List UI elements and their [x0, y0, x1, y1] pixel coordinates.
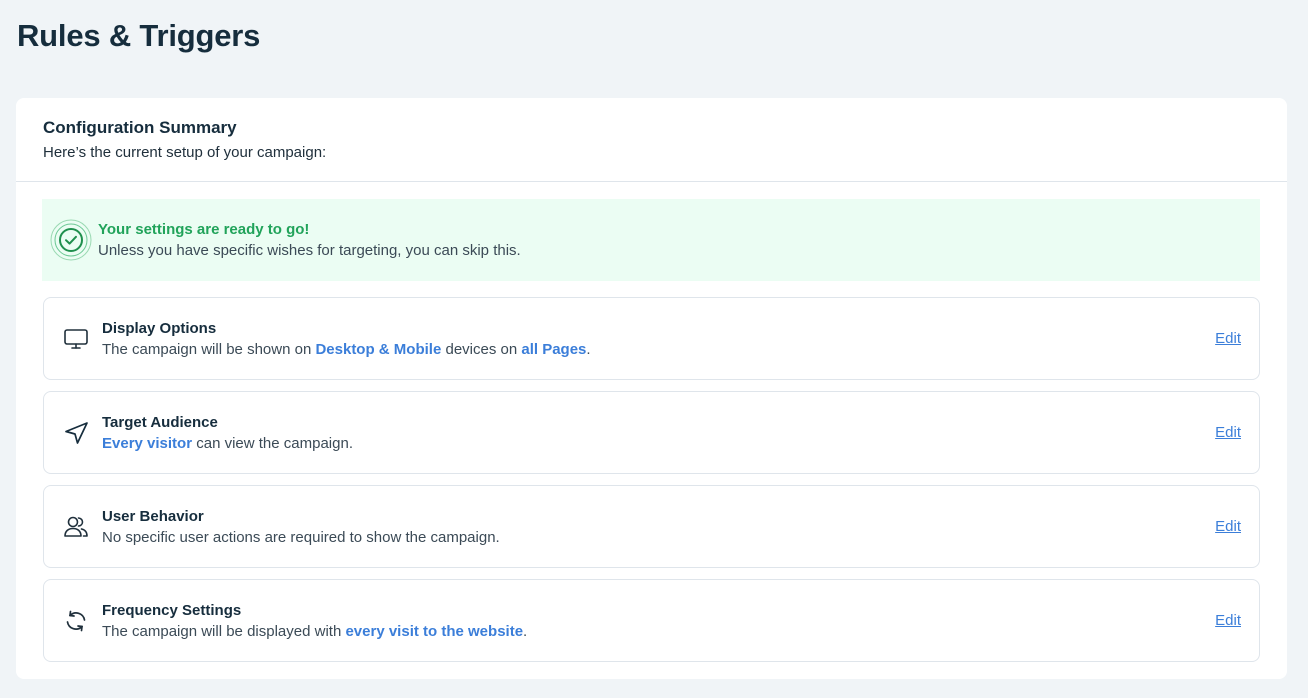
desc-text: The campaign will be shown on — [102, 340, 316, 358]
refresh-icon — [59, 604, 93, 638]
row-description: Every visitor can view the campaign. — [102, 435, 1215, 453]
frequency-settings-body: Frequency Settings The campaign will be … — [102, 601, 1215, 641]
user-behavior-row: User Behavior No specific user actions a… — [43, 485, 1260, 568]
page-title: Rules & Triggers — [17, 18, 261, 53]
desc-text: can view the campaign. — [192, 434, 353, 452]
desc-text: . — [586, 340, 591, 358]
desc-text: The campaign will be displayed with — [102, 622, 346, 640]
desc-highlight-devices: Desktop & Mobile — [315, 340, 442, 358]
edit-target-audience-link[interactable]: Edit — [1215, 424, 1241, 441]
desc-highlight-pages: all Pages — [521, 340, 587, 358]
card-header: Configuration Summary Here’s the current… — [16, 98, 1287, 182]
display-options-body: Display Options The campaign will be sho… — [102, 319, 1215, 359]
ready-notice: Your settings are ready to go! Unless yo… — [42, 199, 1260, 281]
desc-text: No specific user actions are required to… — [102, 528, 500, 546]
desc-text: . — [523, 622, 528, 640]
row-description: No specific user actions are required to… — [102, 529, 1215, 547]
desc-highlight-visitor: Every visitor — [102, 434, 193, 452]
row-title: Target Audience — [102, 413, 218, 431]
target-audience-body: Target Audience Every visitor can view t… — [102, 413, 1215, 453]
edit-display-options-link[interactable]: Edit — [1215, 330, 1241, 347]
edit-frequency-settings-link[interactable]: Edit — [1215, 612, 1241, 629]
target-audience-row: Target Audience Every visitor can view t… — [43, 391, 1260, 474]
frequency-settings-row: Frequency Settings The campaign will be … — [43, 579, 1260, 662]
row-title: Frequency Settings — [102, 601, 242, 619]
edit-user-behavior-link[interactable]: Edit — [1215, 518, 1241, 535]
monitor-icon — [59, 322, 93, 356]
check-circle-icon — [49, 218, 93, 262]
configuration-summary-card: Configuration Summary Here’s the current… — [16, 98, 1287, 679]
row-title: Display Options — [102, 319, 217, 337]
row-title: User Behavior — [102, 507, 204, 525]
users-icon — [59, 510, 93, 544]
card-subtitle: Here’s the current setup of your campaig… — [43, 144, 327, 161]
row-description: The campaign will be displayed with ever… — [102, 623, 1215, 641]
display-options-row: Display Options The campaign will be sho… — [43, 297, 1260, 380]
card-title: Configuration Summary — [43, 118, 237, 137]
notice-body: Your settings are ready to go! Unless yo… — [98, 220, 521, 260]
user-behavior-body: User Behavior No specific user actions a… — [102, 507, 1215, 547]
notice-title: Your settings are ready to go! — [98, 221, 310, 238]
desc-text: devices on — [441, 340, 522, 358]
send-arrow-icon — [59, 416, 93, 450]
row-description: The campaign will be shown on Desktop & … — [102, 341, 1215, 359]
notice-text: Unless you have specific wishes for targ… — [98, 242, 521, 259]
desc-highlight-frequency: every visit to the website — [345, 622, 524, 640]
